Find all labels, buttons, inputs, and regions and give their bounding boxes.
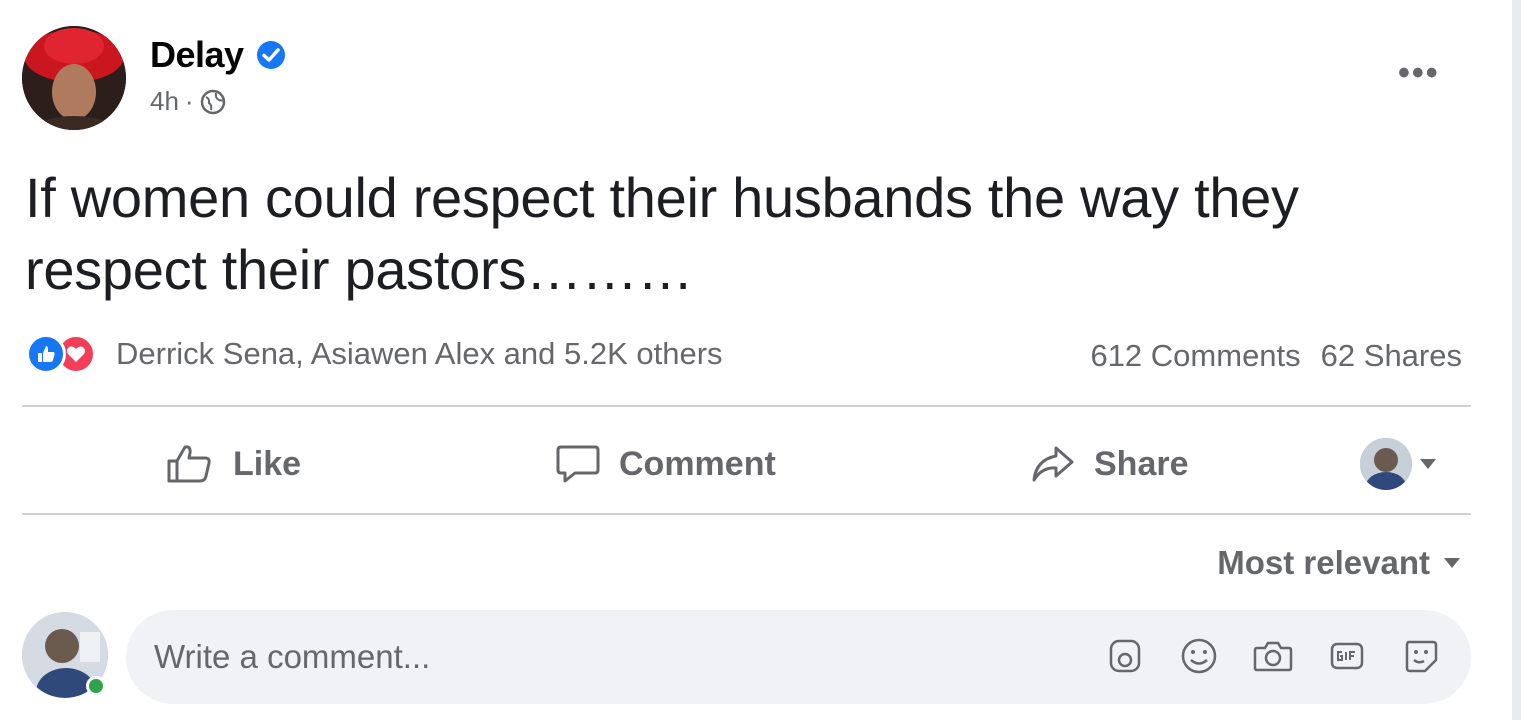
- author-avatar[interactable]: [22, 26, 126, 130]
- meta-separator: ·: [184, 86, 194, 116]
- comment-as-selector[interactable]: [1360, 436, 1436, 492]
- author-name-row: Delay: [150, 34, 286, 76]
- divider-bottom: [22, 513, 1471, 515]
- verified-badge-icon: [256, 40, 286, 70]
- globe-icon: [200, 89, 226, 115]
- divider-top: [22, 405, 1471, 407]
- reactions-names[interactable]: Derrick Sena, Asiawen Alex and 5.2K othe…: [116, 336, 723, 372]
- comment-composer[interactable]: [126, 610, 1471, 704]
- post-time[interactable]: 4h: [150, 86, 179, 117]
- emoji-icon[interactable]: [1177, 634, 1221, 678]
- share-button[interactable]: Share: [1030, 436, 1189, 492]
- camera-icon[interactable]: [1251, 634, 1295, 678]
- post-meta: 4h ·: [150, 86, 226, 117]
- shares-count[interactable]: 62 Shares: [1321, 338, 1462, 374]
- sticker-icon[interactable]: [1399, 634, 1443, 678]
- like-button[interactable]: Like: [165, 436, 301, 492]
- like-label: Like: [233, 444, 302, 483]
- comment-label: Comment: [619, 444, 776, 483]
- sort-label: Most relevant: [1217, 544, 1430, 581]
- comment-input[interactable]: [154, 638, 1054, 676]
- comment-bubble-icon: [555, 443, 601, 485]
- caret-down-icon: [1444, 558, 1460, 568]
- comment-sort-dropdown[interactable]: Most relevant: [1217, 544, 1460, 582]
- online-status-indicator: [86, 676, 106, 696]
- more-options-icon[interactable]: •••: [1398, 56, 1440, 90]
- like-reaction-icon: [26, 334, 66, 374]
- engagement-counts: 612 Comments 62 Shares: [1090, 338, 1462, 374]
- caret-down-icon: [1420, 459, 1436, 469]
- post-text: If women could respect their husbands th…: [25, 166, 1299, 301]
- avatar-sticker-icon[interactable]: [1103, 634, 1147, 678]
- author-name[interactable]: Delay: [150, 34, 244, 76]
- comments-count[interactable]: 612 Comments: [1090, 338, 1300, 374]
- post-card: Delay 4h · ••• If women could respect th…: [0, 0, 1512, 720]
- reactions-summary[interactable]: Derrick Sena, Asiawen Alex and 5.2K othe…: [26, 334, 723, 374]
- share-label: Share: [1094, 444, 1189, 483]
- composer-tools: [1103, 634, 1443, 678]
- gif-icon[interactable]: [1325, 634, 1369, 678]
- comment-button[interactable]: Comment: [555, 436, 776, 492]
- composer-avatar[interactable]: [22, 612, 108, 698]
- thumbs-up-icon: [165, 443, 215, 485]
- share-arrow-icon: [1030, 444, 1076, 484]
- viewer-avatar: [1360, 438, 1412, 490]
